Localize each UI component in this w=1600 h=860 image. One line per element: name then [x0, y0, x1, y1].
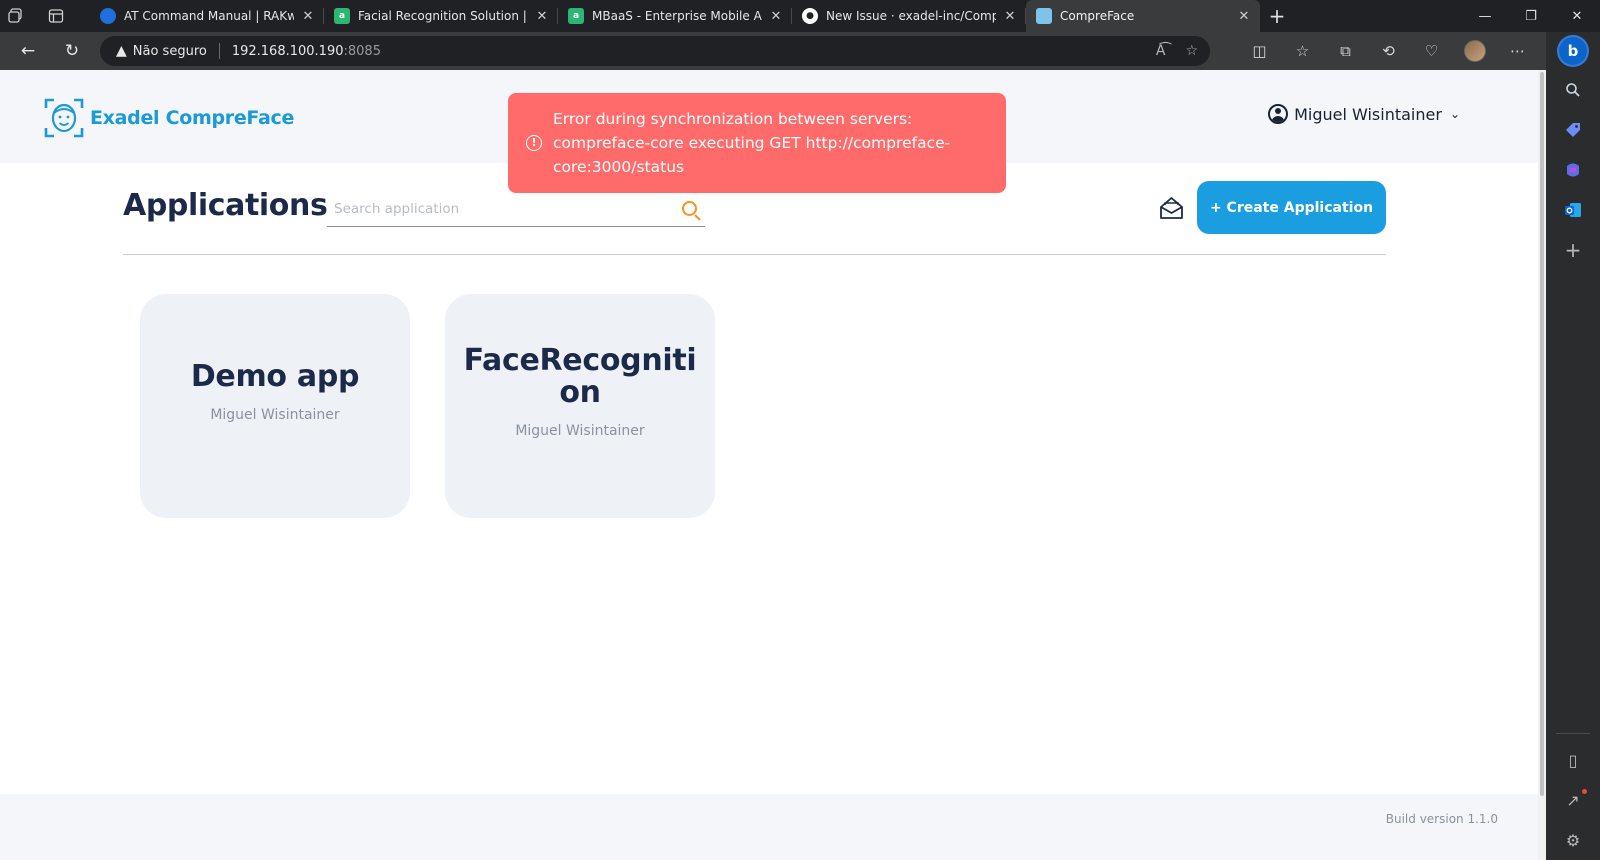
user-menu[interactable]: Miguel Wisintainer ⌄ [1268, 104, 1460, 124]
settings-gear-icon[interactable]: ⚙ [1546, 820, 1600, 860]
outlook-icon[interactable] [1546, 190, 1600, 230]
search-icon[interactable] [682, 201, 697, 216]
application-owner: Miguel Wisintainer [210, 407, 340, 423]
tab-title: New Issue · exadel-inc/CompreFa [826, 9, 996, 23]
window-controls: — ❐ ✕ [1462, 0, 1600, 32]
address-separator [218, 43, 220, 59]
copilot-icon[interactable] [1546, 150, 1600, 190]
sidebar-divider [1556, 733, 1590, 734]
search-application [327, 194, 705, 227]
tab-title: CompreFace [1060, 9, 1135, 23]
favorite-star-icon[interactable]: ☆ [1185, 43, 1198, 59]
browser-toolbar: ← ↻ ▲ Não seguro 192.168.100.190:8085 A͡… [0, 32, 1600, 70]
application-card-facerecognition[interactable]: FaceRecognition Miguel Wisintainer [445, 294, 715, 518]
user-account-icon [1268, 104, 1289, 124]
more-options-icon[interactable]: ⋯ [1496, 32, 1539, 70]
scrollbar-thumb[interactable] [1540, 72, 1544, 796]
tab-title: Facial Recognition Solution | App [358, 9, 528, 23]
application-name: Demo app [190, 359, 360, 394]
new-tab-button[interactable]: + [1260, 0, 1294, 32]
close-window-icon[interactable]: ✕ [1554, 0, 1600, 32]
close-tab-icon[interactable]: ✕ [1236, 9, 1252, 24]
profile-avatar[interactable] [1453, 32, 1496, 70]
close-tab-icon[interactable]: ✕ [534, 9, 550, 24]
read-aloud-icon[interactable]: A͡ [1156, 43, 1166, 59]
restore-icon[interactable]: ❐ [1508, 0, 1554, 32]
create-application-button[interactable]: + Create Application [1197, 181, 1386, 234]
tab-title: MBaaS - Enterprise Mobile Applic [592, 9, 762, 23]
workspaces-icon[interactable] [0, 0, 32, 32]
application-name: FaceRecognition [463, 343, 697, 410]
collections-icon[interactable]: ⧉ [1324, 32, 1367, 70]
performance-icon[interactable]: ♡ [1410, 32, 1453, 70]
error-message: Error during synchronization between ser… [553, 110, 951, 176]
history-icon[interactable]: ⟲ [1367, 32, 1410, 70]
edge-sidebar: b + ▯ ↗ ⚙ [1546, 32, 1600, 860]
tab-title: AT Command Manual | RAKwirele [124, 9, 294, 23]
hide-sidebar-icon[interactable]: ▯ [1546, 740, 1600, 780]
favorites-icon[interactable]: ☆ [1281, 32, 1324, 70]
compreface-favicon-icon [1036, 8, 1052, 24]
close-tab-icon[interactable]: ✕ [300, 9, 316, 24]
back-arrow-icon[interactable]: ← [8, 32, 48, 70]
reload-icon[interactable]: ↻ [52, 32, 92, 70]
application-card-demo-app[interactable]: Demo app Miguel Wisintainer [140, 294, 410, 518]
header-divider [123, 254, 1386, 255]
add-sidebar-app-icon[interactable]: + [1546, 230, 1600, 270]
close-tab-icon[interactable]: ✕ [768, 9, 784, 24]
inbox-icon[interactable] [1159, 196, 1184, 220]
build-version: Build version 1.1.0 [1385, 812, 1498, 826]
appery-favicon-icon: a [568, 8, 584, 24]
external-link-icon[interactable]: ↗ [1546, 780, 1600, 820]
url-host: 192.168.100.190 [231, 43, 344, 59]
page-viewport: Exadel CompreFace Miguel Wisintainer ⌄ !… [0, 70, 1546, 860]
rakwireless-favicon-icon [100, 8, 116, 24]
page-title: Applications [123, 188, 328, 223]
close-tab-icon[interactable]: ✕ [1002, 9, 1018, 24]
shopping-tag-icon[interactable] [1546, 110, 1600, 150]
user-name: Miguel Wisintainer [1294, 104, 1442, 124]
security-status[interactable]: Não seguro [133, 44, 207, 59]
compreface-logo[interactable]: Exadel CompreFace [44, 98, 294, 138]
browser-tab-facial-recognition[interactable]: a Facial Recognition Solution | App ✕ [324, 0, 558, 32]
url-port: :8085 [343, 43, 381, 59]
search-sidebar-icon[interactable] [1546, 70, 1600, 110]
split-screen-icon[interactable]: ◫ [1238, 32, 1281, 70]
browser-tab-compreface[interactable]: CompreFace ✕ [1026, 0, 1260, 32]
minimize-icon[interactable]: — [1462, 0, 1508, 32]
browser-tab-rakwireless[interactable]: AT Command Manual | RAKwirele ✕ [90, 0, 324, 32]
chevron-down-icon: ⌄ [1449, 107, 1460, 121]
application-owner: Miguel Wisintainer [515, 423, 645, 439]
error-info-icon: ! [526, 135, 542, 151]
logo-text: Exadel CompreFace [90, 107, 295, 129]
error-toast[interactable]: ! Error during synchronization between s… [508, 93, 1006, 193]
warning-icon[interactable]: ▲ [116, 43, 127, 59]
browser-tab-mbaas[interactable]: a MBaaS - Enterprise Mobile Applic ✕ [558, 0, 792, 32]
appery-favicon-icon: a [334, 8, 350, 24]
browser-tab-github-issue[interactable]: ● New Issue · exadel-inc/CompreFa ✕ [792, 0, 1026, 32]
page-scrollbar[interactable] [1538, 70, 1546, 860]
page-footer: Build version 1.1.0 [0, 794, 1538, 860]
search-input[interactable] [327, 194, 667, 224]
tab-actions-icon[interactable] [40, 0, 72, 32]
address-bar[interactable]: ▲ Não seguro 192.168.100.190:8085 A͡ ☆ [100, 36, 1210, 66]
github-favicon-icon: ● [802, 8, 818, 24]
bing-chat-icon[interactable]: b [1546, 32, 1600, 70]
compreface-face-icon [44, 98, 84, 138]
browser-tab-bar: AT Command Manual | RAKwirele ✕ a Facial… [0, 0, 1600, 32]
